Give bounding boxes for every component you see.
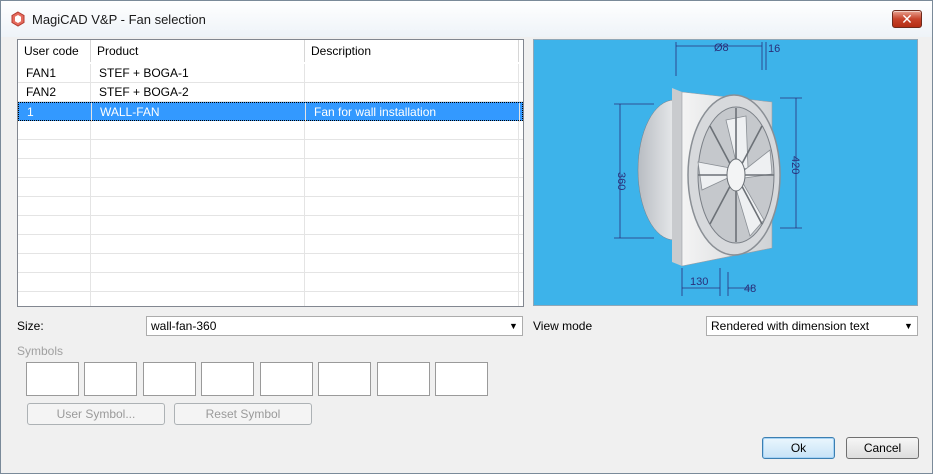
empty-cell bbox=[305, 197, 519, 216]
empty-cell bbox=[305, 121, 519, 140]
empty-cell bbox=[18, 254, 91, 273]
empty-cell bbox=[18, 121, 91, 140]
symbol-slot-7[interactable] bbox=[377, 362, 430, 396]
empty-cell bbox=[305, 292, 519, 306]
empty-cell bbox=[18, 216, 91, 235]
empty-cell bbox=[305, 273, 519, 292]
symbol-slot-4[interactable] bbox=[201, 362, 254, 396]
symbol-slot-5[interactable] bbox=[260, 362, 313, 396]
empty-cell bbox=[18, 197, 91, 216]
view-mode-dropdown-value: Rendered with dimension text bbox=[711, 319, 870, 333]
symbols-label: Symbols bbox=[17, 344, 64, 358]
dimension-offset: 48 bbox=[744, 283, 756, 295]
magicad-logo-icon bbox=[11, 11, 25, 27]
empty-table-row bbox=[18, 273, 523, 292]
symbol-slot-2[interactable] bbox=[84, 362, 137, 396]
dimension-depth-front: 16 bbox=[768, 43, 780, 55]
empty-table-row bbox=[18, 254, 523, 273]
empty-cell bbox=[305, 178, 519, 197]
empty-table-row bbox=[18, 292, 523, 306]
cell-description bbox=[305, 64, 519, 83]
empty-cell bbox=[91, 235, 305, 254]
view-mode-dropdown[interactable]: Rendered with dimension text ▼ bbox=[706, 316, 918, 336]
empty-table-row bbox=[18, 216, 523, 235]
fan-3d-drawing: Ø8 16 360 420 130 48 bbox=[614, 42, 802, 296]
cell-product: STEF + BOGA-1 bbox=[91, 64, 305, 83]
empty-cell bbox=[18, 273, 91, 292]
symbol-slot-6[interactable] bbox=[318, 362, 371, 396]
dimension-plate: 420 bbox=[789, 156, 801, 174]
fan-list-table[interactable]: User code Product Description FAN1 STEF … bbox=[17, 39, 524, 307]
empty-table-row bbox=[18, 235, 523, 254]
empty-cell bbox=[305, 159, 519, 178]
size-dropdown-value: wall-fan-360 bbox=[151, 319, 217, 333]
table-header: User code Product Description bbox=[18, 40, 523, 62]
empty-table-row bbox=[18, 140, 523, 159]
empty-cell bbox=[18, 140, 91, 159]
dimension-diameter: Ø8 bbox=[714, 42, 729, 54]
cell-user-code: FAN1 bbox=[18, 64, 91, 83]
empty-cell bbox=[91, 292, 305, 306]
cell-user-code: 1 bbox=[19, 103, 92, 122]
window-title: MagiCAD V&P - Fan selection bbox=[32, 12, 206, 27]
size-label: Size: bbox=[17, 319, 44, 333]
empty-cell bbox=[91, 159, 305, 178]
empty-cell bbox=[91, 140, 305, 159]
empty-table-row bbox=[18, 178, 523, 197]
close-icon: ✕ bbox=[901, 11, 913, 27]
cell-product: WALL-FAN bbox=[92, 103, 306, 122]
empty-cell bbox=[305, 216, 519, 235]
column-header-user-code[interactable]: User code bbox=[18, 40, 91, 62]
empty-cell bbox=[305, 235, 519, 254]
symbol-slot-3[interactable] bbox=[143, 362, 196, 396]
empty-cell bbox=[91, 254, 305, 273]
symbol-slot-1[interactable] bbox=[26, 362, 79, 396]
reset-symbol-button[interactable]: Reset Symbol bbox=[174, 403, 312, 425]
empty-cell bbox=[91, 121, 305, 140]
user-symbol-button[interactable]: User Symbol... bbox=[27, 403, 165, 425]
ok-button[interactable]: Ok bbox=[762, 437, 835, 459]
empty-cell bbox=[91, 197, 305, 216]
view-mode-label: View mode bbox=[533, 319, 593, 333]
empty-table-row bbox=[18, 159, 523, 178]
empty-cell bbox=[18, 292, 91, 306]
cell-product: STEF + BOGA-2 bbox=[91, 83, 305, 102]
empty-cell bbox=[305, 140, 519, 159]
table-row[interactable]: FAN1 STEF + BOGA-1 bbox=[18, 64, 523, 83]
dimension-height: 360 bbox=[615, 172, 627, 190]
empty-cell bbox=[91, 216, 305, 235]
cancel-button[interactable]: Cancel bbox=[846, 437, 919, 459]
column-header-description[interactable]: Description bbox=[305, 40, 519, 62]
chevron-down-icon: ▼ bbox=[509, 321, 518, 331]
close-button[interactable]: ✕ bbox=[892, 10, 922, 28]
fan-preview-panel: Ø8 16 360 420 130 48 bbox=[533, 39, 918, 306]
cell-description: Fan for wall installation bbox=[306, 103, 520, 122]
empty-cell bbox=[91, 273, 305, 292]
empty-cell bbox=[305, 254, 519, 273]
dimension-length: 130 bbox=[690, 276, 708, 288]
empty-cell bbox=[18, 178, 91, 197]
empty-cell bbox=[18, 159, 91, 178]
symbol-slot-8[interactable] bbox=[435, 362, 488, 396]
empty-cell bbox=[91, 178, 305, 197]
title-bar[interactable]: MagiCAD V&P - Fan selection ✕ bbox=[1, 1, 932, 37]
chevron-down-icon: ▼ bbox=[904, 321, 913, 331]
empty-cell bbox=[18, 235, 91, 254]
table-row-selected[interactable]: 1 WALL-FAN Fan for wall installation bbox=[18, 102, 523, 122]
size-dropdown[interactable]: wall-fan-360 ▼ bbox=[146, 316, 523, 336]
column-header-product[interactable]: Product bbox=[91, 40, 305, 62]
empty-table-row bbox=[18, 197, 523, 216]
cell-user-code: FAN2 bbox=[18, 83, 91, 102]
fan-selection-dialog: MagiCAD V&P - Fan selection ✕ User code … bbox=[0, 0, 933, 474]
empty-table-row bbox=[18, 121, 523, 140]
table-row[interactable]: FAN2 STEF + BOGA-2 bbox=[18, 83, 523, 102]
cell-description bbox=[305, 83, 519, 102]
